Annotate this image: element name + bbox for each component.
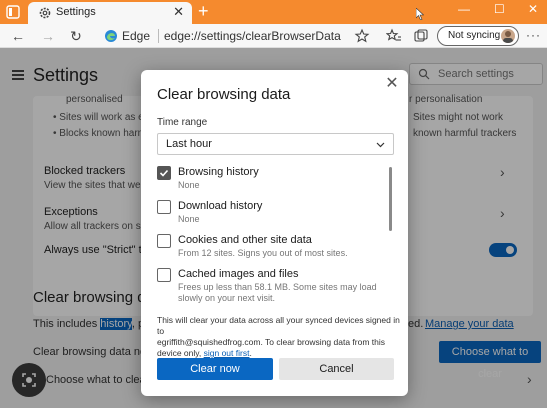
forward-button[interactable]: → [40,28,56,44]
minimize-button[interactable]: — [458,2,470,16]
edge-label: Edge [122,29,151,43]
favorite-star-icon[interactable] [354,28,370,44]
title-bar: Settings ✕ + — ☐ ✕ [0,0,547,24]
edge-logo-icon [105,30,117,42]
download-history-label: Download history [178,200,263,212]
list-item-download-history[interactable]: Download history None [157,200,379,230]
tab-settings[interactable]: Settings ✕ [28,2,192,24]
cookies-label: Cookies and other site data [178,234,312,246]
favorites-icon[interactable] [386,28,402,44]
time-range-value: Last hour [166,138,212,150]
footnote-line-3: device only, [157,348,204,358]
avatar [501,29,515,43]
navigation-bar: ← → ↻ Edge edge://settings/clearBrowserD… [0,24,547,48]
browsing-history-sub: None [178,180,200,190]
list-item-cookies[interactable]: Cookies and other site data From 12 site… [157,234,379,264]
clear-now-button[interactable]: Clear now [157,358,273,380]
mouse-cursor-icon [416,8,424,20]
chevron-down-icon [376,142,385,148]
dialog-title: Clear browsing data [157,86,291,103]
list-scrollbar[interactable] [389,167,392,231]
list-item-cached-images[interactable]: Cached images and files Frees up less th… [157,268,379,308]
maximize-button[interactable]: ☐ [494,2,505,16]
footnote-end: . [249,348,252,358]
browser-window-icon[interactable] [6,5,20,19]
cached-images-checkbox[interactable] [157,268,171,282]
data-types-list: Browsing history None Download history N… [157,166,379,310]
tab-close-icon[interactable]: ✕ [173,5,184,19]
address-bar[interactable]: Edge edge://settings/clearBrowserData [98,26,384,46]
sync-warning-text: This will clear your data across all you… [157,315,402,359]
cookies-sub: From 12 sites. Signs you out of most sit… [178,248,348,258]
url-text[interactable]: edge://settings/clearBrowserData [164,29,341,43]
collections-icon[interactable] [413,28,429,44]
cached-images-sub: Frees up less than 58.1 MB. Some sites m… [178,282,379,292]
cookies-checkbox[interactable] [157,234,171,248]
time-range-select[interactable]: Last hour [157,133,394,155]
new-tab-button[interactable]: + [198,1,209,21]
gear-icon [39,7,51,19]
cached-images-sub-2: slowly on your next visit. [178,293,276,303]
more-options-icon[interactable]: ··· [526,28,541,42]
address-separator [158,29,159,43]
close-window-button[interactable]: ✕ [528,2,538,16]
cancel-button[interactable]: Cancel [279,358,394,380]
profile-sync-button[interactable]: Not syncing [437,26,519,46]
browsing-history-checkbox[interactable] [157,166,171,180]
footnote-line-1: This will clear your data across all you… [157,315,400,336]
close-icon[interactable]: ✕ [384,76,400,92]
clear-browsing-data-dialog: Clear browsing data ✕ Time range Last ho… [141,70,408,396]
back-button[interactable]: ← [10,28,26,44]
browsing-history-label: Browsing history [178,166,259,178]
refresh-button[interactable]: ↻ [68,28,84,44]
sign-out-first-link[interactable]: sign out first [204,348,250,358]
list-item-browsing-history[interactable]: Browsing history None [157,166,379,196]
download-history-checkbox[interactable] [157,200,171,214]
cached-images-label: Cached images and files [178,268,299,280]
sync-status-label: Not syncing [448,30,501,41]
download-history-sub: None [178,214,200,224]
time-range-label: Time range [157,117,208,128]
tab-title: Settings [56,6,96,18]
footnote-line-2: egriffith@squishedfrog.com. To clear bro… [157,337,386,347]
